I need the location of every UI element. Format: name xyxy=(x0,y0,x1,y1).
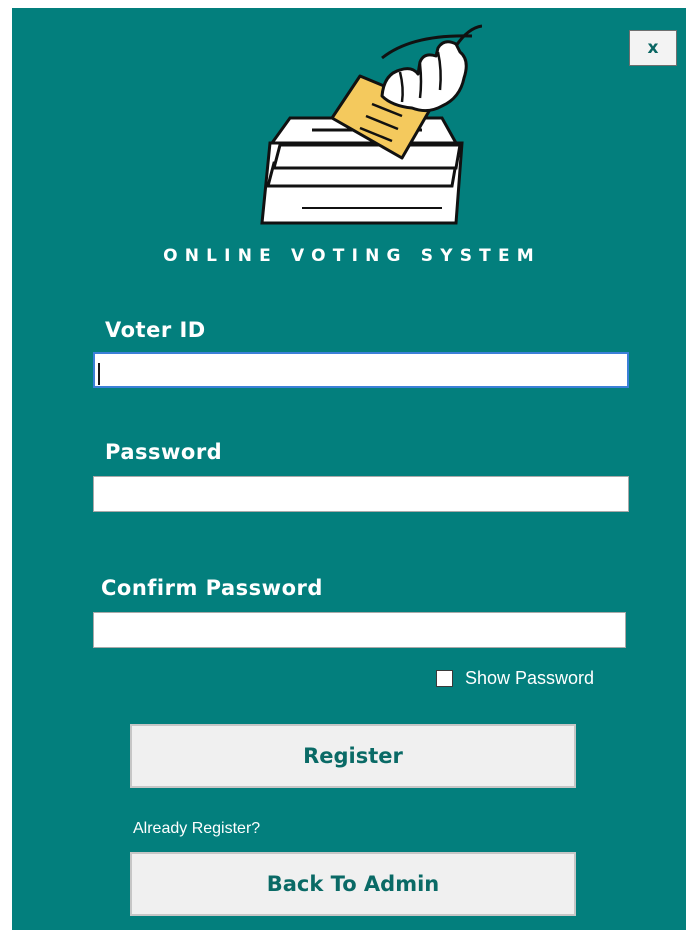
ballot-box-icon xyxy=(260,24,482,225)
show-password-checkbox[interactable] xyxy=(436,670,453,687)
already-register-label: Already Register? xyxy=(133,820,261,837)
registration-window: x ONLINE VOTING SYSTEM Voter ID Password… xyxy=(12,8,686,930)
show-password-toggle[interactable]: Show Password xyxy=(436,668,594,689)
text-cursor xyxy=(98,363,100,385)
voter-id-label: Voter ID xyxy=(105,318,206,342)
register-button-label: Register xyxy=(303,744,403,768)
password-input[interactable] xyxy=(93,476,629,512)
register-button[interactable]: Register xyxy=(130,724,576,788)
confirm-password-label: Confirm Password xyxy=(101,576,323,600)
confirm-password-input[interactable] xyxy=(93,612,626,648)
app-title: ONLINE VOTING SYSTEM xyxy=(163,246,541,266)
close-icon: x xyxy=(647,38,659,58)
close-button[interactable]: x xyxy=(629,30,677,66)
back-to-admin-button[interactable]: Back To Admin xyxy=(130,852,576,916)
voter-id-input[interactable] xyxy=(93,352,629,388)
show-password-label: Show Password xyxy=(465,668,595,688)
password-label: Password xyxy=(105,440,223,464)
back-to-admin-label: Back To Admin xyxy=(266,872,440,896)
